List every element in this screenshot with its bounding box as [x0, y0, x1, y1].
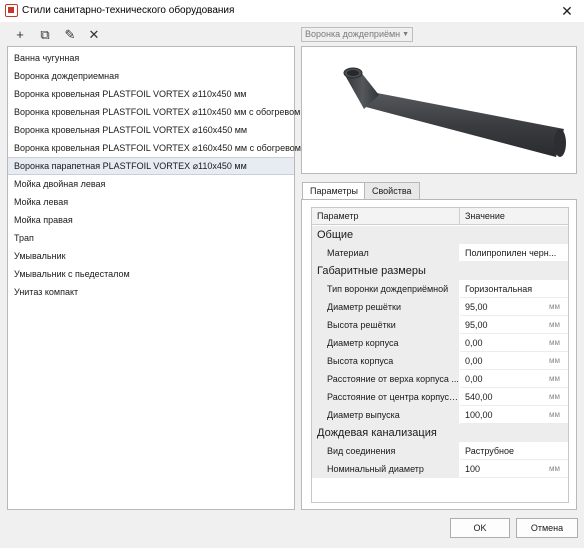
param-value-text: 95,00: [465, 302, 488, 312]
param-value-text: 100,00: [465, 410, 493, 420]
param-value[interactable]: Раструбное: [460, 442, 568, 460]
group-header[interactable]: Габаритные размеры: [312, 262, 568, 280]
param-value-text: 0,00: [465, 356, 483, 366]
param-unit: мм: [549, 356, 560, 365]
pencil-icon: ✎: [64, 27, 76, 42]
param-value[interactable]: 0,00 мм: [460, 370, 568, 388]
model-preview[interactable]: [301, 46, 577, 174]
parameters-panel: Параметр Значение Общие Материал Полипропи…: [301, 199, 577, 510]
param-name: Диаметр решётки: [312, 298, 459, 316]
grid-row: Высота корпуса 0,00 мм: [312, 352, 568, 370]
column-header-parameter[interactable]: Параметр: [312, 208, 460, 225]
param-value[interactable]: 0,00 мм: [460, 334, 568, 352]
plus-icon: +: [16, 27, 24, 42]
param-unit: мм: [549, 320, 560, 329]
param-value-text: 540,00: [465, 392, 493, 402]
grid-row: Расстояние от верха корпуса ... 0,00 мм: [312, 370, 568, 388]
param-value[interactable]: 100 мм: [460, 460, 568, 478]
style-list[interactable]: Ванна чугунная Воронка дождеприемная Ворон…: [7, 46, 301, 510]
list-item[interactable]: Мойка двойная левая: [8, 175, 294, 193]
param-unit: мм: [549, 464, 560, 473]
list-item[interactable]: Мойка правая: [8, 211, 294, 229]
list-item[interactable]: Трап: [8, 229, 294, 247]
param-unit: мм: [549, 392, 560, 401]
grid-row: Расстояние от центра корпуса... 540,00 мм: [312, 388, 568, 406]
close-icon: ✕: [88, 27, 100, 42]
list-item[interactable]: Воронка кровельная PLASTFOIL VORTEX ⌀160…: [8, 139, 301, 157]
param-value-text: 0,00: [465, 374, 483, 384]
group-header[interactable]: Дождевая канализация: [312, 424, 568, 442]
tab-properties[interactable]: Свойства: [364, 182, 420, 199]
param-value[interactable]: Горизонтальная: [460, 280, 568, 298]
drain-model-image: [343, 67, 566, 157]
param-value[interactable]: 100,00 мм: [460, 406, 568, 424]
param-unit: мм: [549, 338, 560, 347]
param-name: Диаметр выпуска: [312, 406, 459, 424]
title-bar: Стили санитарно-технического оборудовани…: [0, 0, 584, 22]
param-name: Вид соединения: [312, 442, 459, 460]
add-button[interactable]: +: [12, 27, 28, 43]
param-value[interactable]: 95,00 мм: [460, 298, 568, 316]
grid-row: Высота решётки 95,00 мм: [312, 316, 568, 334]
tab-parameters[interactable]: Параметры: [302, 182, 366, 199]
param-value[interactable]: 0,00 мм: [460, 352, 568, 370]
param-unit: мм: [549, 374, 560, 383]
param-name: Высота корпуса: [312, 352, 459, 370]
param-value[interactable]: Полипропилен черн...: [460, 244, 568, 262]
param-unit: мм: [549, 410, 560, 419]
list-item[interactable]: Воронка кровельная PLASTFOIL VORTEX ⌀160…: [8, 121, 294, 139]
list-item[interactable]: Воронка парапетная PLASTFOIL VORTEX ⌀110…: [8, 157, 294, 175]
param-value-text: 100: [465, 464, 481, 474]
cancel-button[interactable]: Отмена: [516, 518, 578, 538]
type-select-value: Воронка дождеприёмн: [305, 29, 401, 39]
list-item[interactable]: Воронка кровельная PLASTFOIL VORTEX ⌀110…: [8, 85, 294, 103]
list-item[interactable]: Умывальник: [8, 247, 294, 265]
param-name: Расстояние от центра корпуса...: [312, 388, 459, 406]
grid-row: Тип воронки дождеприёмной Горизонтальная: [312, 280, 568, 298]
param-value-text: Полипропилен черн...: [465, 248, 557, 258]
param-value-text: Горизонтальная: [465, 284, 533, 294]
param-unit: мм: [549, 302, 560, 311]
param-value[interactable]: 540,00 мм: [460, 388, 568, 406]
grid-row: Вид соединения Раструбное: [312, 442, 568, 460]
list-item[interactable]: Ванна чугунная: [8, 49, 294, 67]
list-item[interactable]: Мойка левая: [8, 193, 294, 211]
param-name: Расстояние от верха корпуса ...: [312, 370, 459, 388]
param-value-text: 95,00: [465, 320, 488, 330]
edit-button[interactable]: ✎: [62, 27, 78, 43]
group-header[interactable]: Общие: [312, 226, 568, 244]
param-value-text: Раструбное: [465, 446, 514, 456]
list-item[interactable]: Умывальник с пьедесталом: [8, 265, 294, 283]
grid-row: Диаметр корпуса 0,00 мм: [312, 334, 568, 352]
close-button[interactable]: ✕: [556, 2, 578, 20]
param-name: Тип воронки дождеприёмной: [312, 280, 459, 298]
grid-row: Диаметр выпуска 100,00 мм: [312, 406, 568, 424]
ok-button[interactable]: OK: [450, 518, 510, 538]
window-title: Стили санитарно-технического оборудовани…: [22, 5, 235, 16]
list-item[interactable]: Унитаз компакт: [8, 283, 294, 301]
chevron-down-icon: ▼: [402, 31, 409, 38]
delete-button[interactable]: ✕: [86, 27, 102, 43]
param-name: Диаметр корпуса: [312, 334, 459, 352]
param-value-text: 0,00: [465, 338, 483, 348]
copy-icon: ⧉: [40, 27, 50, 42]
parameters-grid[interactable]: Параметр Значение Общие Материал Полипропи…: [311, 207, 569, 503]
grid-row: Материал Полипропилен черн...: [312, 244, 568, 262]
grid-row: Номинальный диаметр 100 мм: [312, 460, 568, 478]
param-name: Материал: [312, 244, 459, 262]
copy-button[interactable]: ⧉: [37, 27, 53, 43]
param-name: Номинальный диаметр: [312, 460, 459, 478]
param-name: Высота решётки: [312, 316, 459, 334]
list-item[interactable]: Воронка кровельная PLASTFOIL VORTEX ⌀110…: [8, 103, 300, 121]
param-value[interactable]: 95,00 мм: [460, 316, 568, 334]
type-select[interactable]: Воронка дождеприёмн ▼: [301, 27, 413, 42]
grid-row: Диаметр решётки 95,00 мм: [312, 298, 568, 316]
list-item[interactable]: Воронка дождеприемная: [8, 67, 294, 85]
column-header-value[interactable]: Значение: [460, 208, 568, 225]
app-icon: [5, 4, 18, 17]
